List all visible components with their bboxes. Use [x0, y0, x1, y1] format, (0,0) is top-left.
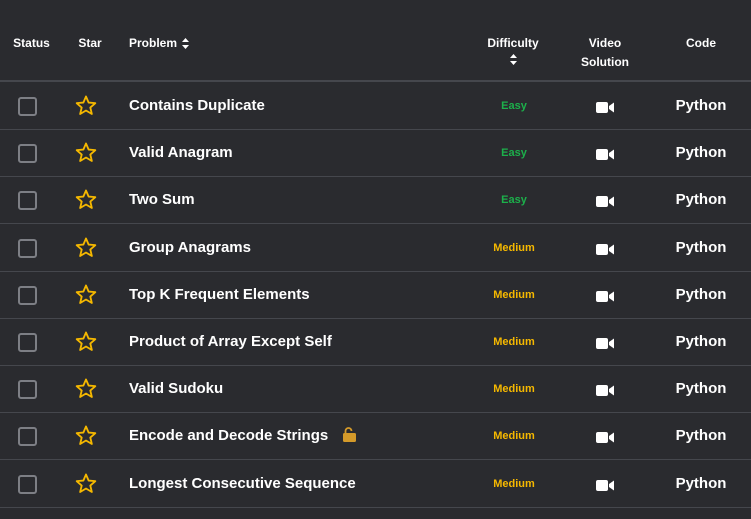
code-link[interactable]: Python [660, 379, 742, 398]
star-icon[interactable] [75, 473, 97, 494]
status-checkbox[interactable] [18, 286, 37, 305]
header-problem[interactable]: Problem [129, 34, 190, 53]
star-icon[interactable] [75, 142, 97, 163]
video-camera-icon[interactable] [596, 430, 614, 443]
table-row: Contains Duplicate Easy Python [0, 82, 751, 130]
video-camera-icon[interactable] [596, 478, 614, 491]
video-camera-icon[interactable] [596, 147, 614, 160]
table-row: Two Sum Easy Python [0, 176, 751, 224]
problem-link[interactable]: Product of Array Except Self [129, 332, 332, 351]
header-star: Star [78, 36, 102, 50]
table-row: Longest Consecutive Sequence Medium Python [0, 460, 751, 508]
code-link[interactable]: Python [660, 426, 742, 445]
code-link[interactable]: Python [660, 474, 742, 493]
header-status: Status [13, 36, 50, 50]
status-checkbox[interactable] [18, 97, 37, 116]
table-row: Encode and Decode Strings Medium Python [0, 412, 751, 460]
difficulty-badge: Medium [493, 336, 535, 348]
video-camera-icon[interactable] [596, 100, 614, 113]
header-video-solution: Video Solution [560, 34, 650, 72]
problem-link[interactable]: Valid Sudoku [129, 379, 223, 398]
problem-title: Top K Frequent Elements [129, 286, 310, 303]
code-link[interactable]: Python [660, 143, 742, 162]
video-camera-icon[interactable] [596, 242, 614, 255]
code-link[interactable]: Python [660, 332, 742, 351]
problem-title: Longest Consecutive Sequence [129, 475, 356, 492]
problem-title: Contains Duplicate [129, 97, 265, 114]
difficulty-badge: Medium [493, 383, 535, 395]
status-checkbox[interactable] [18, 333, 37, 352]
star-icon[interactable] [75, 284, 97, 305]
problem-link[interactable]: Encode and Decode Strings [129, 426, 357, 447]
star-icon[interactable] [75, 378, 97, 399]
video-camera-icon[interactable] [596, 383, 614, 396]
star-icon[interactable] [75, 331, 97, 352]
star-icon[interactable] [75, 237, 97, 258]
problem-link[interactable]: Valid Anagram [129, 143, 233, 162]
table-row: Valid Sudoku Medium Python [0, 365, 751, 413]
code-link[interactable]: Python [660, 285, 742, 304]
header-difficulty-label: Difficulty [487, 36, 539, 50]
problem-link[interactable]: Two Sum [129, 190, 195, 209]
problem-link[interactable]: Longest Consecutive Sequence [129, 474, 356, 493]
header-difficulty[interactable]: Difficulty [468, 34, 558, 65]
problem-link[interactable]: Contains Duplicate [129, 96, 265, 115]
video-camera-icon[interactable] [596, 336, 614, 349]
difficulty-badge: Easy [501, 194, 527, 206]
status-checkbox[interactable] [18, 144, 37, 163]
status-checkbox[interactable] [18, 475, 37, 494]
problem-link[interactable]: Group Anagrams [129, 238, 251, 257]
difficulty-badge: Medium [493, 289, 535, 301]
status-checkbox[interactable] [18, 380, 37, 399]
table-header: Status Star Problem Difficulty Video Sol… [0, 0, 751, 82]
problem-link[interactable]: Top K Frequent Elements [129, 285, 310, 304]
problem-title: Two Sum [129, 191, 195, 208]
unlock-icon [342, 427, 357, 447]
star-icon[interactable] [75, 189, 97, 210]
star-icon[interactable] [75, 95, 97, 116]
sort-icon[interactable] [182, 38, 190, 50]
problem-title: Product of Array Except Self [129, 333, 332, 350]
problem-title: Group Anagrams [129, 239, 251, 256]
table-row: Product of Array Except Self Medium Python [0, 318, 751, 366]
header-code: Code [686, 36, 716, 50]
header-video-line1: Video [588, 36, 622, 50]
difficulty-badge: Medium [493, 478, 535, 490]
code-link[interactable]: Python [660, 190, 742, 209]
table-row: Group Anagrams Medium Python [0, 224, 751, 272]
code-link[interactable]: Python [660, 96, 742, 115]
difficulty-badge: Medium [493, 430, 535, 442]
code-link[interactable]: Python [660, 238, 742, 257]
status-checkbox[interactable] [18, 427, 37, 446]
header-video-line2: Solution [581, 55, 629, 69]
video-camera-icon[interactable] [596, 194, 614, 207]
difficulty-badge: Medium [493, 242, 535, 254]
status-checkbox[interactable] [18, 239, 37, 258]
problem-title: Valid Anagram [129, 144, 233, 161]
table-row: Top K Frequent Elements Medium Python [0, 271, 751, 319]
difficulty-badge: Easy [501, 100, 527, 112]
status-checkbox[interactable] [18, 191, 37, 210]
problem-title: Valid Sudoku [129, 380, 224, 397]
header-problem-label: Problem [129, 36, 178, 50]
problem-title: Encode and Decode Strings [129, 427, 329, 444]
problems-table: Status Star Problem Difficulty Video Sol… [0, 0, 751, 519]
sort-icon[interactable] [509, 54, 517, 65]
star-icon[interactable] [75, 425, 97, 446]
video-camera-icon[interactable] [596, 289, 614, 302]
difficulty-badge: Easy [501, 147, 527, 159]
table-row: Valid Anagram Easy Python [0, 129, 751, 177]
